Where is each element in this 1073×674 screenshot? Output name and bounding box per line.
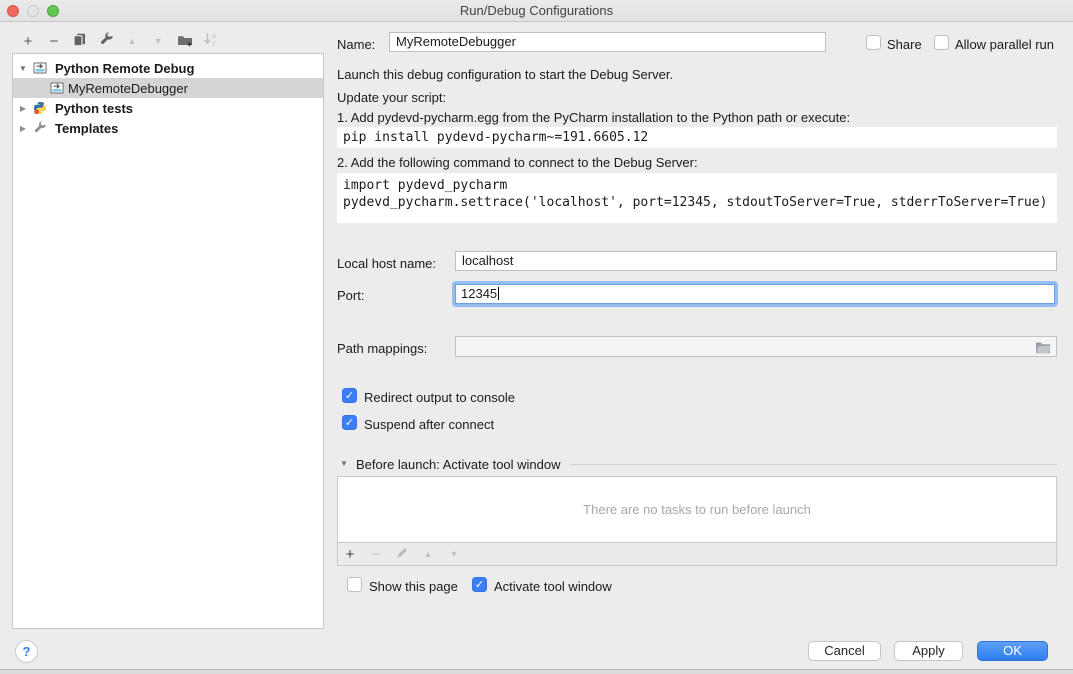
port-label: Port: — [337, 288, 364, 303]
move-task-up-button[interactable]: ▲ — [420, 543, 436, 565]
tree-item-python-tests[interactable]: ▶ Python tests — [13, 98, 323, 118]
show-this-page-label[interactable]: Show this page — [369, 579, 458, 594]
settrace-code: import pydevd_pycharm pydevd_pycharm.set… — [337, 173, 1057, 223]
sort-configurations-button[interactable]: az — [201, 31, 219, 51]
svg-text:a: a — [212, 33, 216, 40]
text-caret — [498, 287, 499, 300]
tree-item-label: Templates — [55, 121, 118, 136]
redirect-output-label[interactable]: Redirect output to console — [364, 390, 515, 405]
path-mappings-label: Path mappings: — [337, 341, 427, 356]
wrench-icon — [33, 121, 47, 135]
edit-templates-button[interactable] — [97, 31, 115, 51]
remove-configuration-button[interactable]: − — [45, 31, 63, 51]
remove-task-button[interactable]: − — [368, 543, 384, 565]
cancel-button[interactable]: Cancel — [808, 641, 881, 661]
intro-line-2: Update your script: — [337, 90, 446, 105]
move-down-icon: ▼ — [154, 37, 163, 46]
plus-icon: + — [346, 547, 355, 562]
ok-button[interactable]: OK — [977, 641, 1048, 661]
allow-parallel-run-label[interactable]: Allow parallel run — [955, 37, 1054, 52]
minus-icon: − — [50, 34, 59, 49]
before-launch-collapse-icon[interactable]: ▼ — [340, 459, 348, 468]
title-bar: Run/Debug Configurations — [0, 0, 1073, 22]
tree-item-python-remote-debug[interactable]: ▼ Python Remote Debug — [13, 58, 323, 78]
python-icon — [33, 101, 47, 115]
new-folder-button[interactable] — [176, 31, 194, 51]
redirect-output-checkbox[interactable] — [342, 388, 357, 403]
help-button[interactable]: ? — [15, 640, 38, 663]
chevron-expanded-icon[interactable]: ▼ — [17, 64, 29, 73]
local-host-name-label: Local host name: — [337, 256, 436, 271]
share-label[interactable]: Share — [887, 37, 922, 52]
pencil-icon — [396, 546, 409, 562]
before-launch-separator — [570, 464, 1057, 465]
name-label: Name: — [337, 37, 375, 52]
apply-button[interactable]: Apply — [894, 641, 963, 661]
settrace-code-line-1: import pydevd_pycharm — [343, 177, 1057, 194]
move-up-icon: ▲ — [128, 37, 137, 46]
task-list-toolbar: + − ▲ ▼ — [337, 543, 1057, 566]
move-down-button[interactable]: ▼ — [149, 31, 167, 51]
sort-az-icon: az — [203, 32, 218, 50]
path-mappings-input[interactable] — [455, 336, 1057, 357]
tree-item-myremotedebugger[interactable]: MyRemoteDebugger — [13, 78, 323, 98]
add-task-button[interactable]: + — [342, 543, 358, 565]
suspend-after-connect-label[interactable]: Suspend after connect — [364, 417, 494, 432]
before-launch-task-list[interactable]: There are no tasks to run before launch — [337, 476, 1057, 543]
configurations-tree: ▼ Python Remote Debug MyRemoteDebugger ▶… — [12, 53, 324, 629]
port-input[interactable]: 12345 — [455, 284, 1055, 304]
activate-tool-window-checkbox[interactable] — [472, 577, 487, 592]
intro-line-1: Launch this debug configuration to start… — [337, 67, 673, 82]
minus-icon: − — [372, 547, 381, 562]
new-folder-icon — [177, 33, 194, 50]
browse-folder-icon[interactable] — [1035, 341, 1051, 357]
step-2-text: 2. Add the following command to connect … — [337, 155, 698, 170]
add-configuration-button[interactable]: + — [19, 31, 37, 51]
wrench-icon — [99, 32, 114, 50]
activate-tool-window-label[interactable]: Activate tool window — [494, 579, 612, 594]
tree-item-label: Python Remote Debug — [55, 61, 194, 76]
share-checkbox[interactable] — [866, 35, 881, 50]
chevron-collapsed-icon[interactable]: ▶ — [17, 124, 29, 133]
question-icon: ? — [23, 644, 31, 659]
run-debug-configurations-dialog: Run/Debug Configurations + − ▲ ▼ az ▼ — [0, 0, 1073, 674]
suspend-after-connect-checkbox[interactable] — [342, 415, 357, 430]
plus-icon: + — [24, 34, 33, 49]
chevron-collapsed-icon[interactable]: ▶ — [17, 104, 29, 113]
show-this-page-checkbox[interactable] — [347, 577, 362, 592]
copy-configuration-button[interactable] — [70, 31, 88, 51]
pip-install-code: pip install pydevd-pycharm~=191.6605.12 — [337, 127, 1057, 148]
allow-parallel-run-checkbox[interactable] — [934, 35, 949, 50]
local-host-name-input[interactable]: localhost — [455, 251, 1057, 271]
move-down-icon: ▼ — [450, 550, 459, 559]
edit-task-button[interactable] — [394, 543, 410, 565]
tree-item-label: Python tests — [55, 101, 133, 116]
name-input[interactable]: MyRemoteDebugger — [389, 32, 826, 52]
move-up-button[interactable]: ▲ — [123, 31, 141, 51]
port-input-focus-ring: 12345 — [452, 281, 1058, 307]
tree-item-label: MyRemoteDebugger — [68, 81, 188, 96]
window-bottom-edge — [0, 669, 1073, 674]
svg-text:z: z — [212, 41, 216, 48]
empty-tasks-text: There are no tasks to run before launch — [583, 502, 811, 517]
move-task-down-button[interactable]: ▼ — [446, 543, 462, 565]
move-up-icon: ▲ — [424, 550, 433, 559]
settrace-code-line-2: pydevd_pycharm.settrace('localhost', por… — [343, 194, 1057, 211]
step-1-text: 1. Add pydevd-pycharm.egg from the PyCha… — [337, 110, 850, 125]
copy-icon — [72, 32, 87, 50]
tree-item-templates[interactable]: ▶ Templates — [13, 118, 323, 138]
window-title: Run/Debug Configurations — [0, 3, 1073, 18]
before-launch-header: Before launch: Activate tool window — [356, 457, 561, 472]
remote-debug-icon — [50, 82, 64, 94]
remote-debug-icon — [33, 62, 47, 74]
